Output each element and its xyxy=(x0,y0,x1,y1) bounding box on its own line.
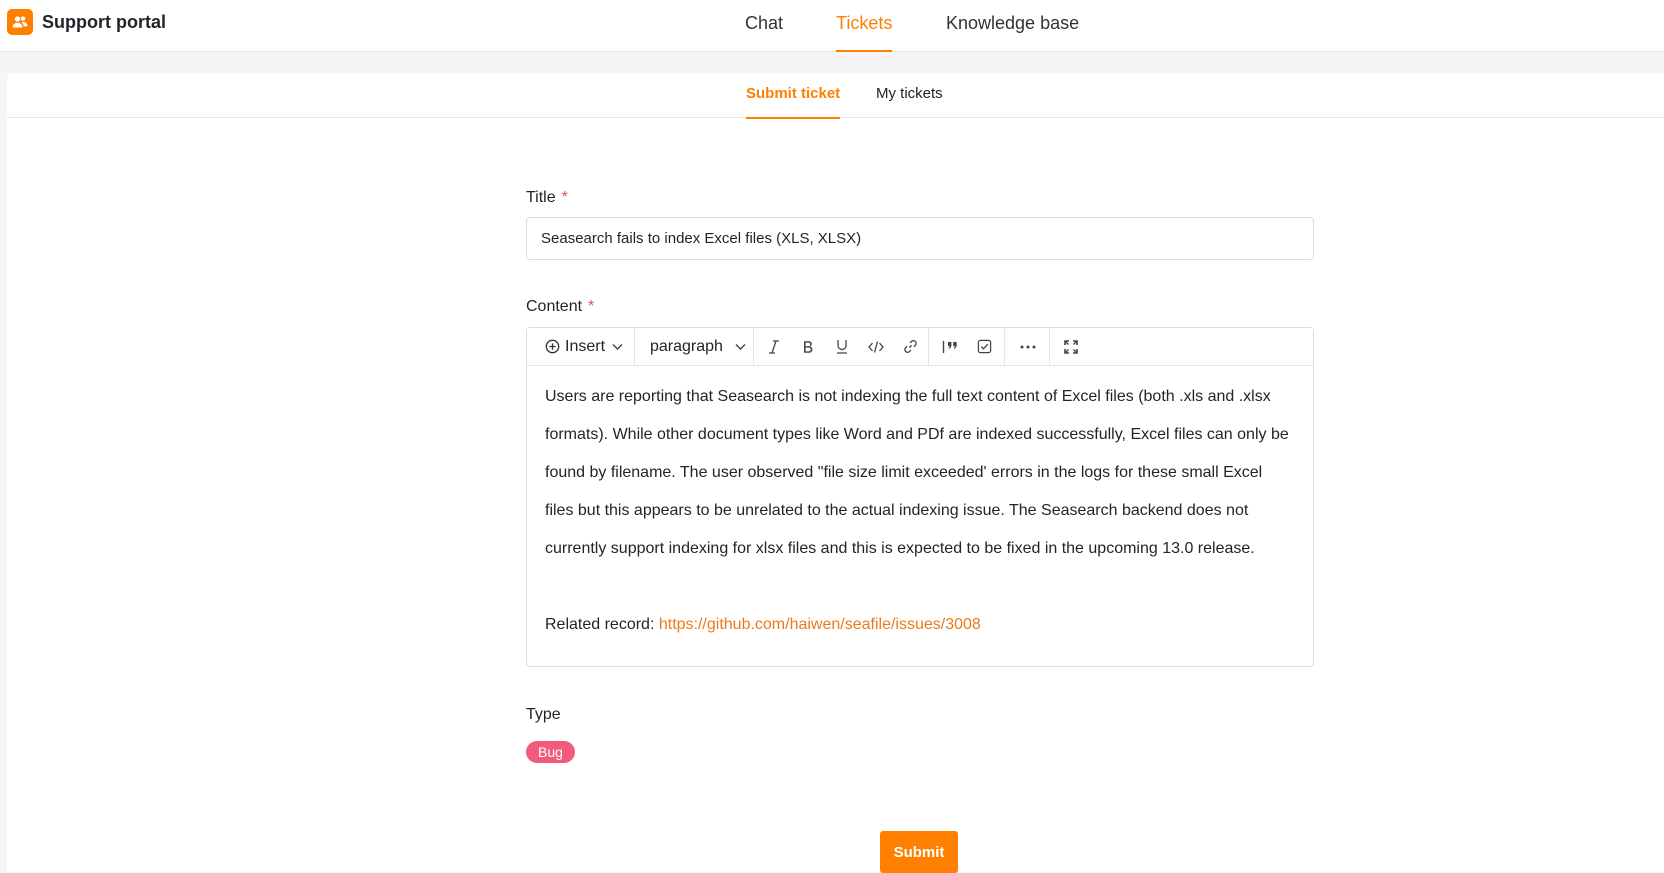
nav-item-tickets[interactable]: Tickets xyxy=(836,0,893,52)
related-record-line: Related record: https://github.com/haiwe… xyxy=(545,606,1295,644)
block-format-group xyxy=(941,328,993,365)
plus-circle-icon xyxy=(545,334,560,360)
editor-content[interactable]: Users are reporting that Seasearch is no… xyxy=(545,378,1295,644)
toolbar-divider xyxy=(753,328,754,365)
fullscreen-icon[interactable] xyxy=(1063,334,1079,360)
content-paragraph: Users are reporting that Seasearch is no… xyxy=(545,388,1289,557)
required-mark: * xyxy=(561,189,568,206)
insert-label: Insert xyxy=(565,337,606,355)
bold-icon[interactable] xyxy=(800,334,816,360)
block-type-dropdown[interactable]: paragraph xyxy=(650,328,746,365)
editor-toolbar: Insert paragraph xyxy=(527,328,1313,366)
toolbar-divider xyxy=(1049,328,1050,365)
italic-icon[interactable] xyxy=(766,334,782,360)
toolbar-divider xyxy=(1004,328,1005,365)
top-bar: Support portal Chat Tickets Knowledge ba… xyxy=(0,0,1664,52)
code-icon[interactable] xyxy=(867,334,885,360)
required-mark: * xyxy=(588,298,595,315)
chevron-down-icon xyxy=(612,334,623,360)
toolbar-divider xyxy=(634,328,635,365)
nav-item-knowledge-base[interactable]: Knowledge base xyxy=(946,0,1079,52)
block-type-label: paragraph xyxy=(650,337,723,355)
submit-button[interactable]: Submit xyxy=(880,831,958,873)
underline-icon[interactable] xyxy=(834,334,850,360)
tab-submit-ticket[interactable]: Submit ticket xyxy=(746,73,841,119)
ticket-subtabs: Submit ticket My tickets xyxy=(7,73,1664,119)
title-label: Title * xyxy=(526,189,568,206)
type-label: Type xyxy=(526,706,561,723)
insert-dropdown[interactable]: Insert xyxy=(545,328,623,365)
main-card: Submit ticket My tickets Title* Content*… xyxy=(7,73,1664,873)
more-group xyxy=(1019,328,1037,365)
nav-item-chat[interactable]: Chat xyxy=(745,0,783,52)
blockquote-icon[interactable] xyxy=(941,334,959,360)
content-label: Content * xyxy=(526,298,595,315)
type-tag-bug[interactable]: Bug xyxy=(526,741,575,763)
related-record-label: Related record: xyxy=(545,616,659,633)
fullscreen-group xyxy=(1063,328,1079,365)
tab-my-tickets[interactable]: My tickets xyxy=(876,73,943,118)
content-editor[interactable]: Insert paragraph Users are reporting tha… xyxy=(526,327,1314,667)
brand[interactable]: Support portal xyxy=(7,9,166,35)
more-icon[interactable] xyxy=(1019,334,1037,360)
toolbar-divider xyxy=(928,328,929,365)
title-input[interactable] xyxy=(526,217,1314,260)
format-group xyxy=(766,328,919,365)
people-icon xyxy=(7,9,33,35)
empty-paragraph xyxy=(545,568,1295,606)
chevron-down-icon xyxy=(735,334,746,360)
app-title: Support portal xyxy=(42,11,166,32)
link-icon[interactable] xyxy=(901,334,919,360)
related-record-link[interactable]: https://github.com/haiwen/seafile/issues… xyxy=(659,616,981,633)
checklist-icon[interactable] xyxy=(975,334,993,360)
